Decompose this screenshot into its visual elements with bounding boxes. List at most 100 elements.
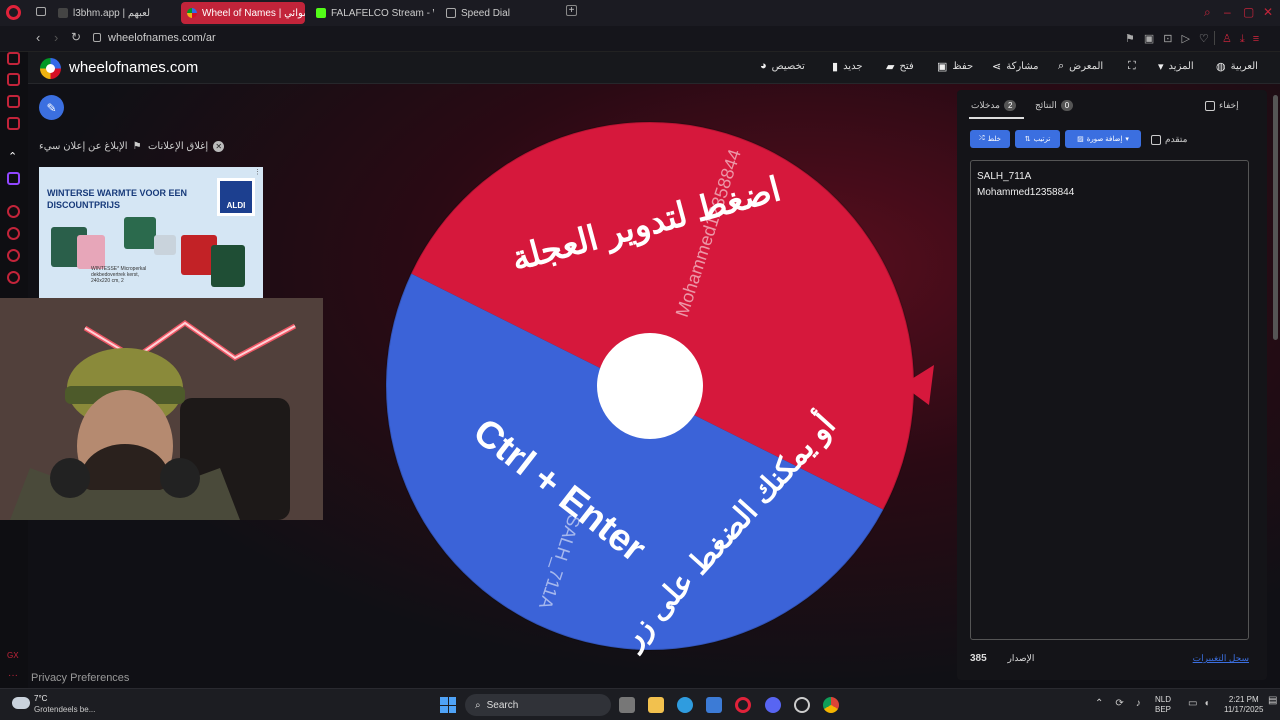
lang-layout: BEP — [1155, 705, 1172, 714]
site-header: wheelofnames.com ◕ تخصيص ▮ جديد ▰ فتح ▣ حفظ … — [28, 52, 1280, 84]
reload-icon[interactable]: ↻ — [71, 30, 81, 44]
discord-icon[interactable] — [765, 697, 781, 713]
menu-share[interactable]: ⋖ مشاركة — [992, 60, 1039, 73]
entries-textarea[interactable]: SALH_711A Mohammed12358844 — [970, 160, 1249, 640]
opera-logo-icon[interactable] — [6, 5, 21, 20]
store-icon[interactable] — [706, 697, 722, 713]
menu-label: العربية — [1230, 61, 1258, 72]
changelog-link[interactable]: سجل التغييرات — [1193, 653, 1249, 664]
tab-label: Wheel of Names | عشوائي — [202, 7, 305, 19]
arrow-up-icon[interactable]: ⌃ — [8, 150, 17, 163]
search-icon: ⌕ — [1058, 60, 1065, 72]
maximize-icon[interactable]: ▢ — [1243, 5, 1254, 19]
tray-icons[interactable]: ⌃⟳♪ — [1095, 698, 1153, 709]
menu-open[interactable]: ▰ فتح — [886, 60, 914, 73]
clock[interactable]: 2:21 PM 11/17/2025 — [1224, 695, 1263, 715]
task-view-icon[interactable] — [619, 697, 635, 713]
close-window-icon[interactable]: ✕ — [1263, 5, 1273, 19]
sort-label: ترتيب — [1033, 136, 1051, 143]
brand-name[interactable]: wheelofnames.com — [69, 59, 198, 76]
hide-checkbox[interactable] — [1205, 100, 1215, 111]
entries-panel: مدخلات 2 النتائج 0 إخفاء ⤮ خلط ⇅ ترتيب ▨ إض… — [957, 90, 1267, 680]
m-icon[interactable] — [7, 117, 20, 130]
ad-brand: ALDI — [226, 201, 246, 210]
page-scrollbar[interactable] — [1273, 95, 1278, 340]
advanced-toggle[interactable]: متقدم — [1151, 134, 1187, 145]
edit-button[interactable]: ✎ — [39, 95, 64, 120]
history-icon[interactable] — [7, 227, 20, 240]
browser-tab-strip: l3bhm.app | لعبهم Wheel of Names | عشوائ… — [0, 0, 1280, 26]
toolbar-icons[interactable]: ⚑▣⊡▷♡ — [1125, 32, 1218, 45]
toolbar-divider — [1214, 31, 1215, 45]
account-download-icons[interactable]: ♙⤓≡ — [1222, 32, 1267, 46]
cloud-icon[interactable] — [12, 697, 30, 709]
menu-more[interactable]: ▾ المزيد — [1158, 60, 1194, 73]
menu-fullscreen[interactable]: ⛶ — [1128, 60, 1136, 73]
url-field[interactable]: wheelofnames.com/ar — [108, 32, 216, 44]
wheel-favicon-icon — [187, 8, 197, 18]
file-explorer-icon[interactable] — [648, 697, 664, 713]
menu-new[interactable]: ▮ جديد — [832, 60, 863, 73]
app-icon[interactable] — [794, 697, 810, 713]
edge-icon[interactable] — [677, 697, 693, 713]
player-icon[interactable] — [7, 205, 20, 218]
forward-icon[interactable]: › — [54, 30, 58, 45]
report-ad-link[interactable]: الإبلاغ عن إعلان سيء ⚑ — [39, 141, 142, 152]
shuffle-button[interactable]: ⤮ خلط — [970, 130, 1010, 148]
start-tile — [448, 697, 456, 705]
menu-language[interactable]: ◍ العربية — [1216, 60, 1258, 73]
bag-icon[interactable] — [7, 73, 20, 86]
new-tab-button[interactable]: + — [566, 5, 577, 16]
advertisement[interactable]: WINTERSE WARMTE VOOR EEN DISCOUNTPRIJS A… — [39, 167, 263, 299]
workspace-icon[interactable] — [36, 7, 46, 16]
opera-gx-icon[interactable] — [735, 697, 751, 713]
notification-icon[interactable]: ▤ — [1268, 695, 1277, 706]
sort-button[interactable]: ⇅ ترتيب — [1015, 130, 1060, 148]
minimize-icon[interactable]: – — [1224, 5, 1231, 19]
tab-speed-dial[interactable]: Speed Dial — [440, 2, 560, 24]
tab-entries[interactable]: مدخلات 2 — [971, 100, 1017, 111]
settings-icon[interactable] — [7, 271, 20, 284]
weather-temp[interactable]: 7°C — [34, 694, 47, 703]
back-icon[interactable]: ‹ — [36, 30, 40, 45]
menu-gallery[interactable]: ⌕ المعرض — [1058, 60, 1103, 73]
wheel-logo-icon[interactable] — [40, 58, 61, 79]
address-bar: ‹ › ↻ wheelofnames.com/ar ⚑▣⊡▷♡ ♙⤓≡ — [0, 26, 1280, 52]
hide-toggle[interactable]: إخفاء — [1205, 100, 1239, 111]
network-volume-icons[interactable]: ▭◖ — [1188, 698, 1216, 709]
windows-start-icon[interactable] — [440, 697, 456, 713]
language-indicator[interactable]: NLD BEP — [1155, 695, 1171, 715]
menu-save[interactable]: ▣ حفظ — [937, 60, 973, 73]
wheel-center-hub[interactable] — [597, 333, 703, 439]
tab-falafelco[interactable]: FALAFELCO Stream - Wa — [310, 2, 434, 24]
weather-desc[interactable]: Grotendeels be... — [34, 705, 95, 714]
messenger-icon[interactable] — [7, 95, 20, 108]
pajama-image — [77, 235, 105, 269]
taskbar-search[interactable]: ⌕ Search — [465, 694, 611, 716]
duvet-image — [154, 235, 176, 255]
globe-icon: ◍ — [1216, 61, 1226, 73]
advanced-checkbox[interactable] — [1151, 134, 1161, 145]
hide-label: إخفاء — [1219, 100, 1239, 110]
clock-time: 2:21 PM — [1228, 695, 1259, 704]
aldi-logo: ALDI — [217, 178, 255, 216]
gx-icon[interactable]: GX — [7, 651, 19, 660]
bookmark-icon[interactable] — [7, 249, 20, 262]
aria-icon[interactable] — [7, 52, 20, 65]
close-ads-link[interactable]: إغلاق الإعلانات ✕ — [148, 141, 225, 152]
close-circle-icon: ✕ — [213, 141, 225, 152]
ad-info-icon[interactable]: ⋮ — [254, 168, 261, 176]
twitch-icon[interactable] — [7, 172, 20, 185]
wheel[interactable]: Mohammed12358844 SALH_711A اضغط لتدوير ا… — [384, 120, 944, 660]
entry-line: Mohammed12358844 — [977, 187, 1075, 198]
chrome-icon[interactable] — [823, 697, 839, 713]
tab-l3bhm[interactable]: l3bhm.app | لعبهم — [52, 2, 178, 24]
privacy-preferences-link[interactable]: Privacy Preferences — [31, 672, 129, 684]
add-image-button[interactable]: ▨ إضافة صورة ▾ — [1065, 130, 1141, 148]
ad-fine-print: WINTESSE* Microperkal dekbedovertrek ker… — [91, 266, 147, 284]
tab-wheel-of-names[interactable]: Wheel of Names | عشوائي — [181, 2, 305, 24]
menu-customize[interactable]: ◕ تخصيص — [760, 60, 805, 72]
search-tabs-icon[interactable]: ⌕ — [1204, 5, 1211, 20]
tab-results[interactable]: النتائج 0 — [1035, 100, 1074, 111]
more-icon[interactable]: ··· — [8, 670, 18, 681]
